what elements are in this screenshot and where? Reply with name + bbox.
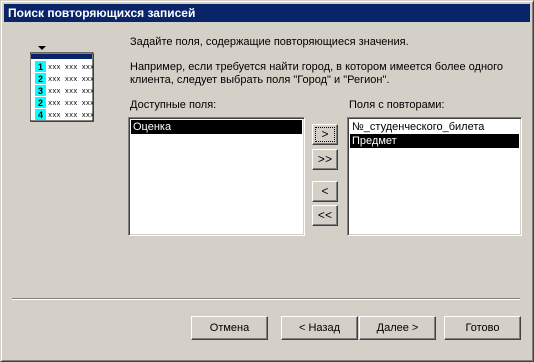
- selected-fields-list[interactable]: №_студенческого_билета Предмет: [347, 117, 522, 236]
- duplicates-illustration-icon: 1 xxx xxx xxx 2 xxx xxx xxx 3 xxx xxx xxx 2 xxx…: [30, 46, 94, 122]
- intro-line-3: клиента, следует выбрать поля "Город" и …: [130, 74, 390, 86]
- selected-field-item[interactable]: №_студенческого_билета: [350, 120, 519, 134]
- button-separator: [12, 298, 520, 300]
- back-button[interactable]: < Назад: [281, 316, 358, 340]
- selected-fields-label: Поля с повторами:: [349, 99, 445, 111]
- remove-all-fields-button[interactable]: <<: [312, 205, 338, 226]
- illustration-cells: xxx xxx xxx: [48, 112, 94, 120]
- intro-line-2: Например, если требуется найти город, в …: [130, 61, 504, 73]
- add-field-button[interactable]: >: [312, 124, 338, 145]
- wizard-window: Поиск повторяющихся записей 1 xxx xxx xxx…: [0, 0, 534, 362]
- next-button[interactable]: Далее >: [359, 316, 436, 340]
- available-fields-label: Доступные поля:: [130, 99, 217, 111]
- intro-line-1: Задайте поля, содержащие повторяющиеся з…: [130, 36, 409, 48]
- illustration-cells: xxx xxx xxx: [48, 88, 94, 96]
- illustration-cells: xxx xxx xxx: [48, 100, 94, 108]
- selected-field-item[interactable]: Предмет: [350, 134, 519, 148]
- cancel-button[interactable]: Отмена: [191, 316, 268, 340]
- available-field-item[interactable]: Оценка: [131, 120, 302, 134]
- available-fields-list[interactable]: Оценка: [128, 117, 305, 236]
- finish-button[interactable]: Готово: [444, 316, 521, 340]
- illustration-number: 3: [38, 86, 43, 96]
- illustration-number: 2: [38, 98, 43, 108]
- illustration-number: 4: [38, 110, 43, 120]
- remove-field-button[interactable]: <: [312, 181, 338, 202]
- illustration-number: 2: [38, 74, 43, 84]
- illustration-number: 1: [38, 62, 43, 72]
- add-all-fields-button[interactable]: >>: [312, 149, 338, 170]
- illustration-cells: xxx xxx xxx: [48, 76, 94, 84]
- window-title: Поиск повторяющихся записей: [4, 4, 530, 22]
- illustration-cells: xxx xxx xxx: [48, 64, 94, 72]
